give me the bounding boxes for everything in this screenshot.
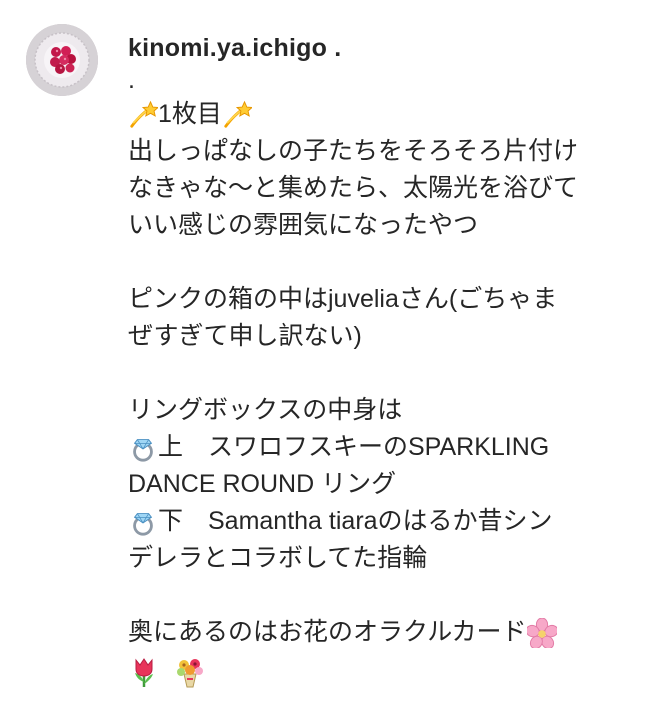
post-caption-card: kinomi.ya.ichigo . . 1枚目 出しっぱなしの子たちをそろそろ… <box>0 0 664 704</box>
cherry-blossom-icon <box>526 617 557 648</box>
ring-icon <box>128 507 158 537</box>
tulip-icon <box>128 656 160 688</box>
username-link[interactable]: kinomi.ya.ichigo . <box>128 30 628 66</box>
caption-line-10: 上 スワロフスキーのSPARKLING <box>128 429 628 466</box>
caption-emoji-row <box>128 651 628 693</box>
caption-line-12-text: 下 Samantha tiaraのはるか昔シン <box>158 507 553 535</box>
caption-line-2: 出しっぱなしの子たちをそろそろ片付け <box>128 137 579 165</box>
caption-line-12: 下 Samantha tiaraのはるか昔シン <box>128 503 628 540</box>
caption-line-9: リングボックスの中身は <box>128 396 403 424</box>
bouquet-icon <box>174 656 206 688</box>
caption-text: . 1枚目 出しっぱなしの子たちをそろそろ片付け なきゃな〜と集めたら、太陽光を… <box>128 66 628 693</box>
caption-content: kinomi.ya.ichigo . . 1枚目 出しっぱなしの子たちをそろそろ… <box>128 30 628 693</box>
caption-line-3: なきゃな〜と集めたら、太陽光を浴びて <box>128 174 579 202</box>
caption-line-13: デレラとコラボしてた指輪 <box>128 544 428 572</box>
dizzy-icon <box>222 100 252 130</box>
caption-line-4: いい感じの雰囲気になったやつ <box>128 211 479 239</box>
avatar-raspberries-plate-icon <box>26 24 98 96</box>
user-avatar[interactable] <box>26 24 98 96</box>
caption-line-7: ぜすぎて申し訳ない) <box>128 322 362 350</box>
caption-line-6: ピンクの箱の中はjuveliaさん(ごちゃま <box>128 285 558 313</box>
caption-line-1: 1枚目 <box>128 96 628 133</box>
caption-dot: . <box>128 66 135 94</box>
caption-line-15-text: 奥にあるのはお花のオラクルカード <box>128 618 527 646</box>
ring-icon <box>128 433 158 463</box>
caption-line-15: 奥にあるのはお花のオラクルカード <box>128 614 628 651</box>
caption-line-1-text: 1枚目 <box>158 100 222 128</box>
caption-line-11: DANCE ROUND リング <box>128 470 397 498</box>
caption-line-10-text: 上 スワロフスキーのSPARKLING <box>158 433 550 461</box>
dizzy-icon <box>128 100 158 130</box>
